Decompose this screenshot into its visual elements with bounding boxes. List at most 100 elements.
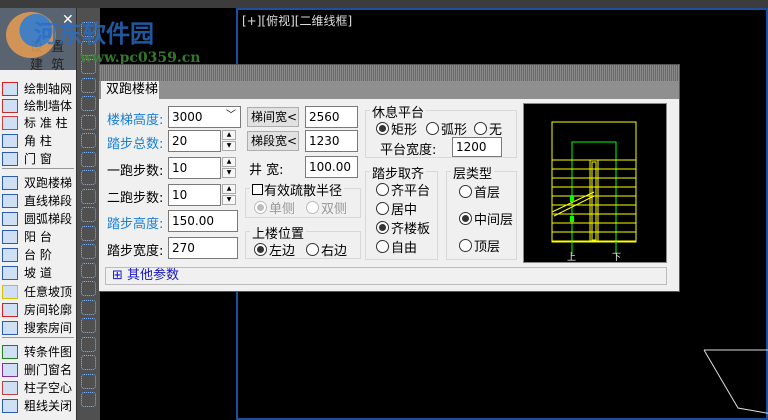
landing-none-radio[interactable]: 无 [474,119,502,138]
spin-down-icon[interactable]: ▼ [222,168,236,178]
panel-item-label: 阳 台 [24,230,52,244]
landing-arc-radio[interactable]: 弧形 [426,119,467,138]
tool-icon [2,81,18,96]
panel-item-label: 转条件图 [24,345,73,359]
floor-first-radio[interactable]: 首层 [459,182,500,201]
panel-item[interactable]: 台 阶 [2,246,76,263]
evac-single-radio[interactable]: 单侧 [254,198,295,217]
landing-rect-radio[interactable]: 矩形 [376,119,417,138]
spin-down-icon[interactable]: ▼ [222,141,236,151]
draw-tool-icon[interactable] [81,281,96,296]
spin-up-icon[interactable]: ▲ [222,184,236,194]
panel-item[interactable]: 直线梯段 [2,192,76,209]
panel-item[interactable]: 删门窗名 [2,361,76,378]
flight-width-button[interactable]: 梯段宽< [247,131,299,151]
draw-tool-icon[interactable] [81,392,96,407]
tool-icon [2,320,18,335]
double-run-stair-dialog: 双跑楼梯 楼梯高度: 3000 ﹀ 踏步总数: 20 ▲ ▼ 一跑步数: 10 ▲ ▼… [98,64,680,292]
panel-item[interactable]: 阳 台 [2,228,76,245]
tool-icon [2,247,18,262]
stair-height-select[interactable]: 3000 ﹀ [168,106,241,128]
run2-steps-spinner[interactable]: ▲ ▼ [222,184,236,206]
draw-tool-icon[interactable] [81,262,96,278]
other-params-label: 其他参数 [127,268,180,283]
panel-item[interactable]: 双跑楼梯 [2,174,76,191]
panel-item-label: 圆弧梯段 [24,212,73,226]
draw-tool-icon[interactable] [81,299,96,315]
left-radio[interactable]: 左边 [254,240,295,259]
floor-middle-radio[interactable]: 中间层 [459,209,513,228]
stair-preview-drawing: 上 下 [551,121,637,263]
draw-tool-icon[interactable] [81,133,96,148]
panel-item[interactable]: 绘制轴网 [2,80,76,97]
panel-item[interactable]: 转条件图 [2,343,76,360]
align-center-radio[interactable]: 居中 [376,199,417,218]
right-radio[interactable]: 右边 [306,240,347,259]
plus-box-icon[interactable]: ⊞ [112,268,123,283]
draw-tool-icon[interactable] [81,318,96,333]
draw-tool-icon[interactable] [81,170,96,185]
panel-item[interactable]: 粗线关闭 [2,397,76,414]
panel-item[interactable]: 坡 道 [2,264,76,281]
floor-top-radio[interactable]: 顶层 [459,236,500,255]
draw-tool-icon[interactable] [81,336,96,352]
draw-tool-icon[interactable] [81,96,96,111]
other-params-expander[interactable]: ⊞ 其他参数 [105,267,667,285]
evac-double-radio[interactable]: 双侧 [306,198,347,217]
landing-width-input[interactable]: 1200 [452,137,502,157]
spin-down-icon[interactable]: ▼ [222,195,236,205]
run1-steps-input[interactable]: 10 [168,157,221,179]
panel-item[interactable]: 圆弧梯段 [2,210,76,227]
gap-width-input[interactable]: 2560 [305,106,358,128]
panel-item-label: 坡 道 [24,266,52,280]
watermark-site: 河东软件园 [34,19,154,48]
draw-tool-icon[interactable] [81,151,96,167]
panel-item[interactable]: 绘制墙体 [2,97,76,114]
tool-icon [2,398,18,413]
panel-item[interactable]: 角 柱 [2,132,76,149]
spin-up-icon[interactable]: ▲ [222,157,236,167]
panel-item[interactable]: 门 窗 [2,150,76,167]
spin-up-icon[interactable]: ▲ [222,130,236,140]
panel-item[interactable]: 房间轮廓 [2,301,76,318]
gap-width-button[interactable]: 梯间宽< [247,107,299,127]
well-width-input[interactable]: 100.00 [305,156,358,178]
draw-tool-icon[interactable] [81,225,96,241]
dialog-title-bar[interactable] [99,65,679,81]
tool-icon [2,98,18,113]
draw-tool-icon[interactable] [81,207,96,222]
down-text: 下 [612,253,621,262]
tab-double-run-stair[interactable]: 双跑楼梯 [101,81,159,99]
total-steps-spinner[interactable]: ▲ ▼ [222,130,236,152]
run2-steps-input[interactable]: 10 [168,184,221,206]
draw-tool-icon[interactable] [81,355,96,370]
panel-item[interactable]: 搜索房间 [2,319,76,336]
flight-width-input[interactable]: 1230 [305,130,358,152]
chevron-down-icon: ﹀ [226,110,236,121]
draw-tool-icon[interactable] [81,77,96,93]
align-floor-radio[interactable]: 齐楼板 [376,218,430,237]
draw-tool-icon[interactable] [81,244,96,259]
step-width-input[interactable]: 270 [168,237,238,259]
panel-item-label: 双跑楼梯 [24,176,73,190]
step-height-input[interactable]: 150.00 [168,210,238,232]
panel-item[interactable]: 标 准 柱 [2,114,76,131]
align-landing-radio[interactable]: 齐平台 [376,180,430,199]
viewport-label[interactable]: [+][俯视][二维线框] [242,12,352,29]
checkbox-icon[interactable] [252,184,263,195]
panel-item[interactable]: 柱子空心 [2,379,76,396]
separator [2,337,74,338]
stair-height-label: 楼梯高度: [107,113,164,128]
draw-tool-icon[interactable] [81,114,96,130]
evac-checkbox[interactable]: 有效疏散半径 [250,180,345,199]
run1-steps-spinner[interactable]: ▲ ▼ [222,157,236,179]
total-steps-label: 踏步总数: [107,137,164,152]
align-free-radio[interactable]: 自由 [376,237,417,256]
tool-icon [2,193,18,208]
draw-tool-icon[interactable] [81,373,96,389]
total-steps-input[interactable]: 20 [168,130,221,152]
draw-tool-icon[interactable] [81,188,96,204]
panel-item-label: 台 阶 [24,248,52,262]
tool-icon [2,151,18,166]
panel-item[interactable]: 任意坡顶 [2,283,76,300]
